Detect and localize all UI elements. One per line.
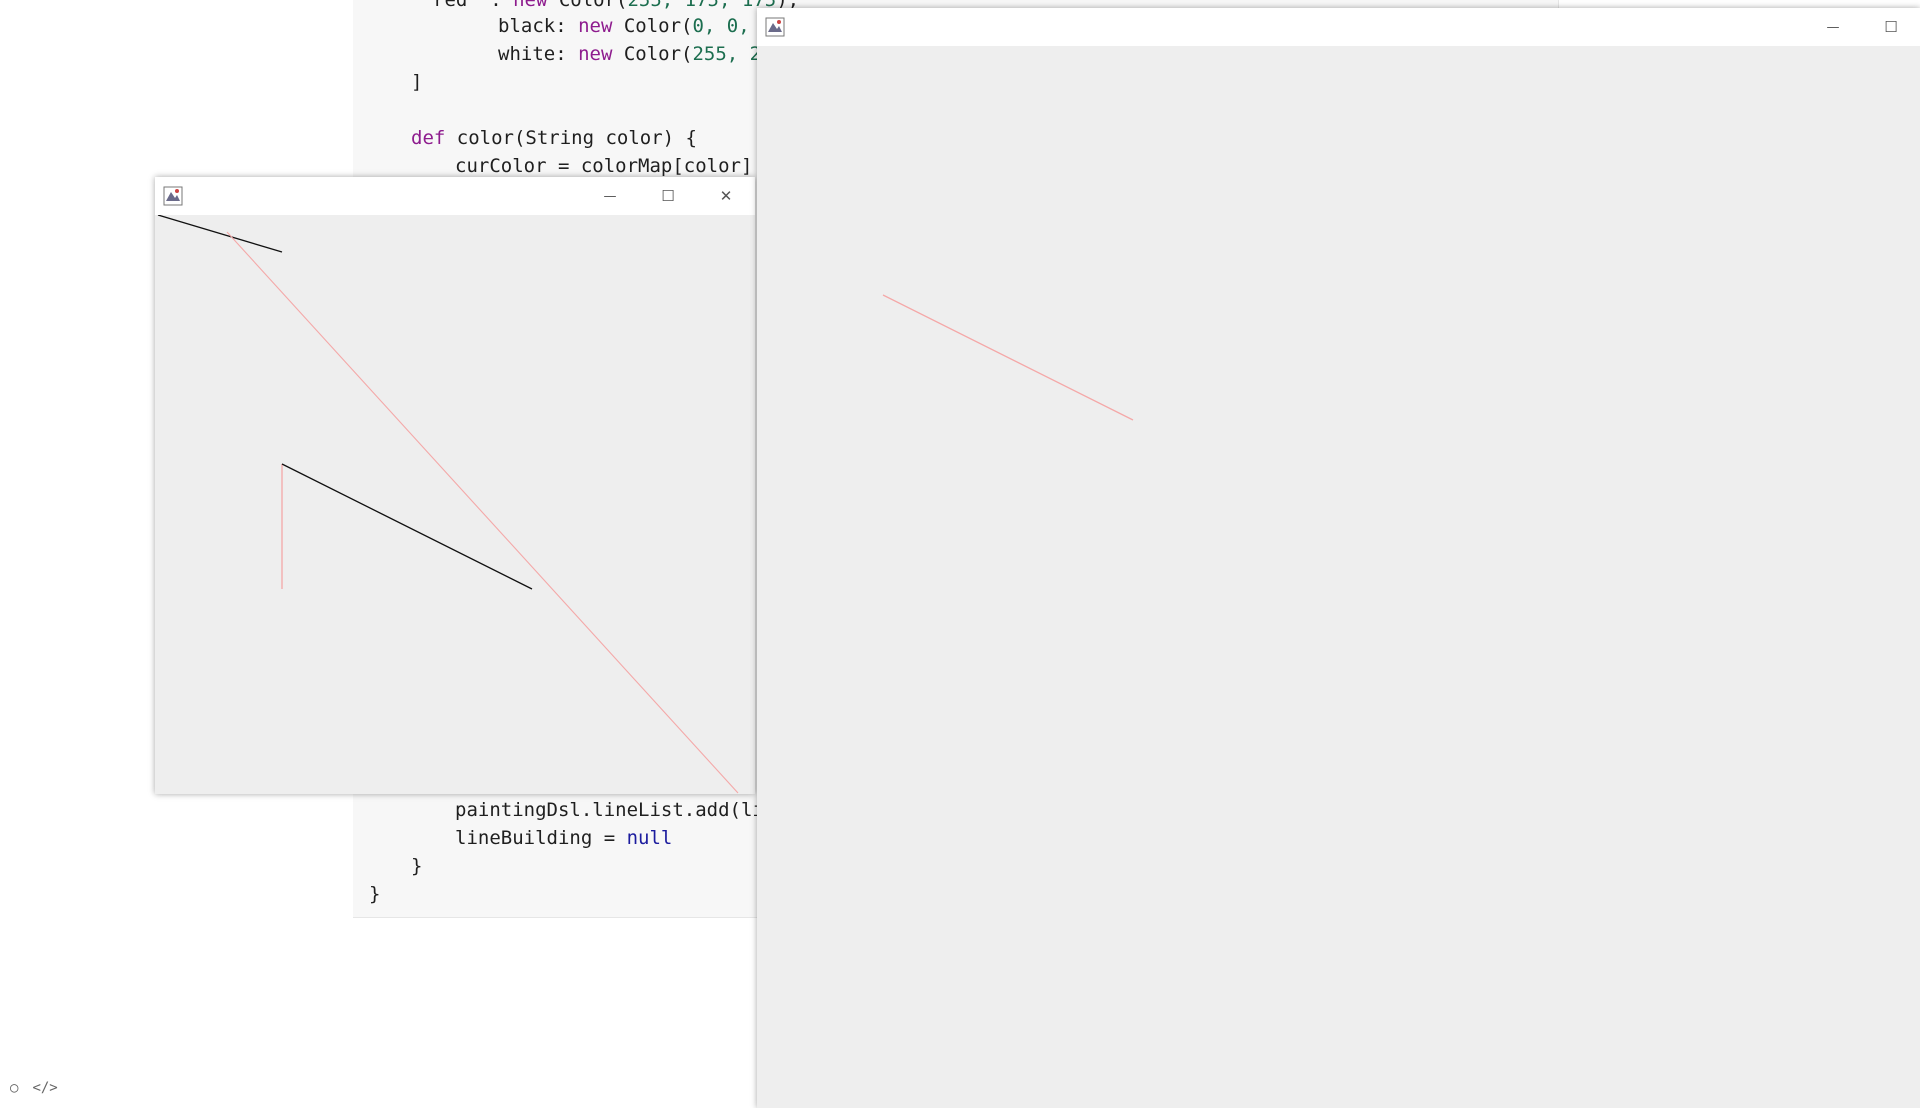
maximize-icon: ☐ [1884,18,1898,36]
code-line-brace-outer: } [369,883,381,905]
minimize-button[interactable]: — [581,177,639,215]
close-button[interactable]: ✕ [697,177,755,215]
title-bar[interactable]: — ☐ [757,8,1920,46]
red-line-diagonal [226,231,739,794]
code-line-curcolor: curColor = colorMap[color] [455,155,753,177]
circle-icon[interactable]: ○ [10,1080,18,1096]
maximize-icon: ☐ [661,187,675,205]
code-line-linebuilding: lineBuilding = null [455,827,673,849]
code-line-brace-inner: } [411,855,423,877]
java-app-icon [163,186,183,206]
minimize-icon: — [1826,19,1840,35]
maximize-button[interactable]: ☐ [639,177,697,215]
code-line-white: white: new Color(255, 25 [498,43,773,65]
maximize-button[interactable]: ☐ [1862,8,1920,46]
red-line [882,294,1134,421]
code-line-linelist-add: paintingDsl.lineList.add(lin [455,799,776,821]
code-line-black: black: new Color(0, 0, 0 [498,15,773,37]
black-line-top [157,215,283,253]
drawing-canvas[interactable] [757,46,1920,1108]
painting-window-small[interactable]: — ☐ ✕ [155,177,755,794]
code-line-def-color: def color(String color) { [411,127,697,149]
code-line-close-bracket: ] [411,71,423,93]
java-app-icon [765,17,785,37]
black-line-middle [281,463,533,590]
minimize-icon: — [603,188,617,204]
bottom-status-bar: ○ </> [10,1080,58,1096]
painting-window-large[interactable]: — ☐ [757,8,1920,1108]
drawing-canvas[interactable] [155,215,755,794]
close-icon: ✕ [719,187,733,205]
title-bar[interactable]: — ☐ ✕ [155,177,755,215]
code-icon[interactable]: </> [32,1080,57,1096]
minimize-button[interactable]: — [1804,8,1862,46]
